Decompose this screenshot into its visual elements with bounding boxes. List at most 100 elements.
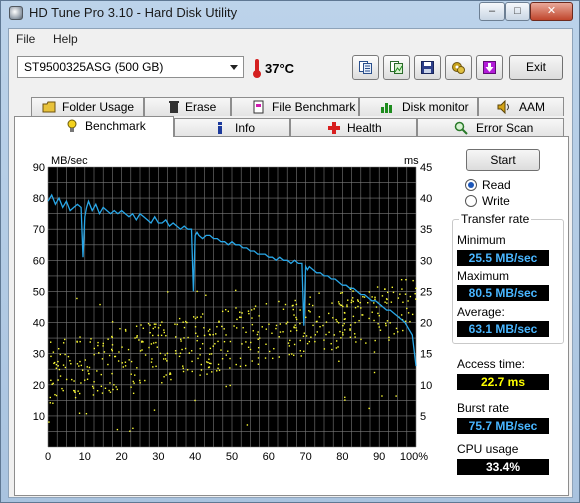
access-time-point (335, 347, 338, 349)
access-time-point (124, 365, 127, 367)
access-time-point (200, 369, 203, 371)
access-time-point (57, 360, 59, 363)
access-time-point (191, 360, 193, 363)
access-time-point (212, 345, 214, 347)
access-time-point (79, 360, 81, 363)
access-time-point (162, 358, 165, 360)
write-radio-label[interactable]: Write (482, 194, 510, 208)
access-time-point (117, 360, 120, 362)
access-time-point (278, 356, 281, 358)
access-time-point (305, 335, 308, 337)
access-time-point (166, 352, 169, 355)
access-time-point (308, 309, 310, 312)
access-time-point (299, 350, 301, 352)
y-left-tick-label: 50 (33, 286, 45, 298)
access-time-point (152, 327, 154, 330)
access-time-point (74, 396, 77, 399)
access-time-point (174, 350, 177, 352)
minimize-button[interactable]: – (479, 2, 505, 21)
client-area: File Help ST9500325ASG (500 GB) 37°C Exi… (8, 28, 573, 498)
access-time-point (294, 299, 296, 302)
access-time-point (309, 296, 311, 298)
access-time-point (62, 389, 64, 392)
access-time-point (218, 369, 221, 372)
access-time-point (150, 343, 153, 345)
access-time-point (100, 373, 102, 376)
access-time-point (323, 339, 325, 341)
access-time-point (388, 336, 390, 339)
access-time-point (318, 316, 321, 318)
access-time-point (284, 303, 287, 306)
access-time-point (206, 373, 208, 375)
access-time-point (386, 302, 388, 304)
access-time-point (316, 331, 318, 333)
access-time-point (346, 305, 348, 308)
y-axis-left-label: MB/sec (51, 155, 88, 167)
write-radio[interactable] (465, 195, 477, 207)
access-time-point (98, 352, 100, 354)
access-time-point (225, 334, 227, 336)
access-time-point (264, 357, 267, 359)
access-time-point (73, 380, 75, 382)
read-radio[interactable] (465, 179, 477, 191)
close-button[interactable]: ✕ (530, 2, 573, 21)
maximize-button[interactable]: □ (505, 2, 530, 21)
access-time-point (196, 290, 198, 293)
y-right-tick-label: 35 (420, 224, 432, 236)
access-time-point (365, 342, 367, 344)
access-time-point (155, 365, 157, 368)
access-time-point (215, 333, 217, 335)
access-time-point (247, 346, 250, 349)
access-time-point (337, 322, 340, 324)
access-time-point (61, 387, 63, 390)
access-time-point (79, 340, 81, 343)
access-time-point (305, 316, 307, 319)
access-time-point (153, 323, 156, 325)
access-time-point (373, 351, 376, 353)
access-time-point (159, 352, 162, 355)
access-time-point (183, 337, 185, 339)
access-time-point (414, 293, 416, 295)
access-time-point (86, 378, 89, 380)
tab-benchmark[interactable]: Benchmark (14, 116, 174, 137)
y-right-tick-label: 5 (420, 411, 426, 423)
access-time-point (113, 384, 115, 386)
access-time-point (210, 353, 213, 355)
access-time-point (74, 391, 76, 394)
access-time-point (397, 297, 400, 299)
access-time-point (217, 363, 220, 366)
access-time-point (133, 382, 135, 384)
access-time-point (52, 351, 55, 353)
access-time-point (279, 331, 282, 333)
access-time-point (59, 353, 62, 356)
read-radio-label[interactable]: Read (482, 178, 511, 192)
access-time-point (196, 339, 198, 342)
access-time-point (152, 334, 154, 337)
access-time-point (84, 379, 86, 381)
access-time-point (118, 351, 120, 353)
access-time-point (332, 317, 334, 319)
access-time-point (121, 362, 123, 364)
access-time-point (166, 360, 168, 362)
access-time-point (335, 318, 337, 321)
access-time-point (93, 381, 95, 383)
access-time-point (374, 298, 376, 300)
start-button[interactable]: Start (466, 149, 540, 171)
access-time-point (176, 323, 178, 326)
access-time-point (282, 331, 284, 333)
access-time-point (53, 361, 56, 364)
access-time-point (211, 371, 213, 373)
access-time-point (314, 340, 316, 343)
access-time-point (147, 322, 150, 325)
access-time-point (79, 336, 81, 338)
access-time-point (92, 394, 95, 396)
access-time-point (405, 279, 407, 281)
access-time-point (183, 326, 186, 329)
access-time-point (99, 303, 101, 306)
access-time-point (330, 342, 332, 345)
title-bar[interactable]: HD Tune Pro 3.10 - Hard Disk Utility – □… (1, 1, 579, 25)
access-time-point (397, 331, 399, 333)
y-right-tick-label: 10 (420, 380, 432, 392)
access-time-point (50, 355, 52, 358)
y-right-tick-label: 40 (420, 193, 432, 205)
